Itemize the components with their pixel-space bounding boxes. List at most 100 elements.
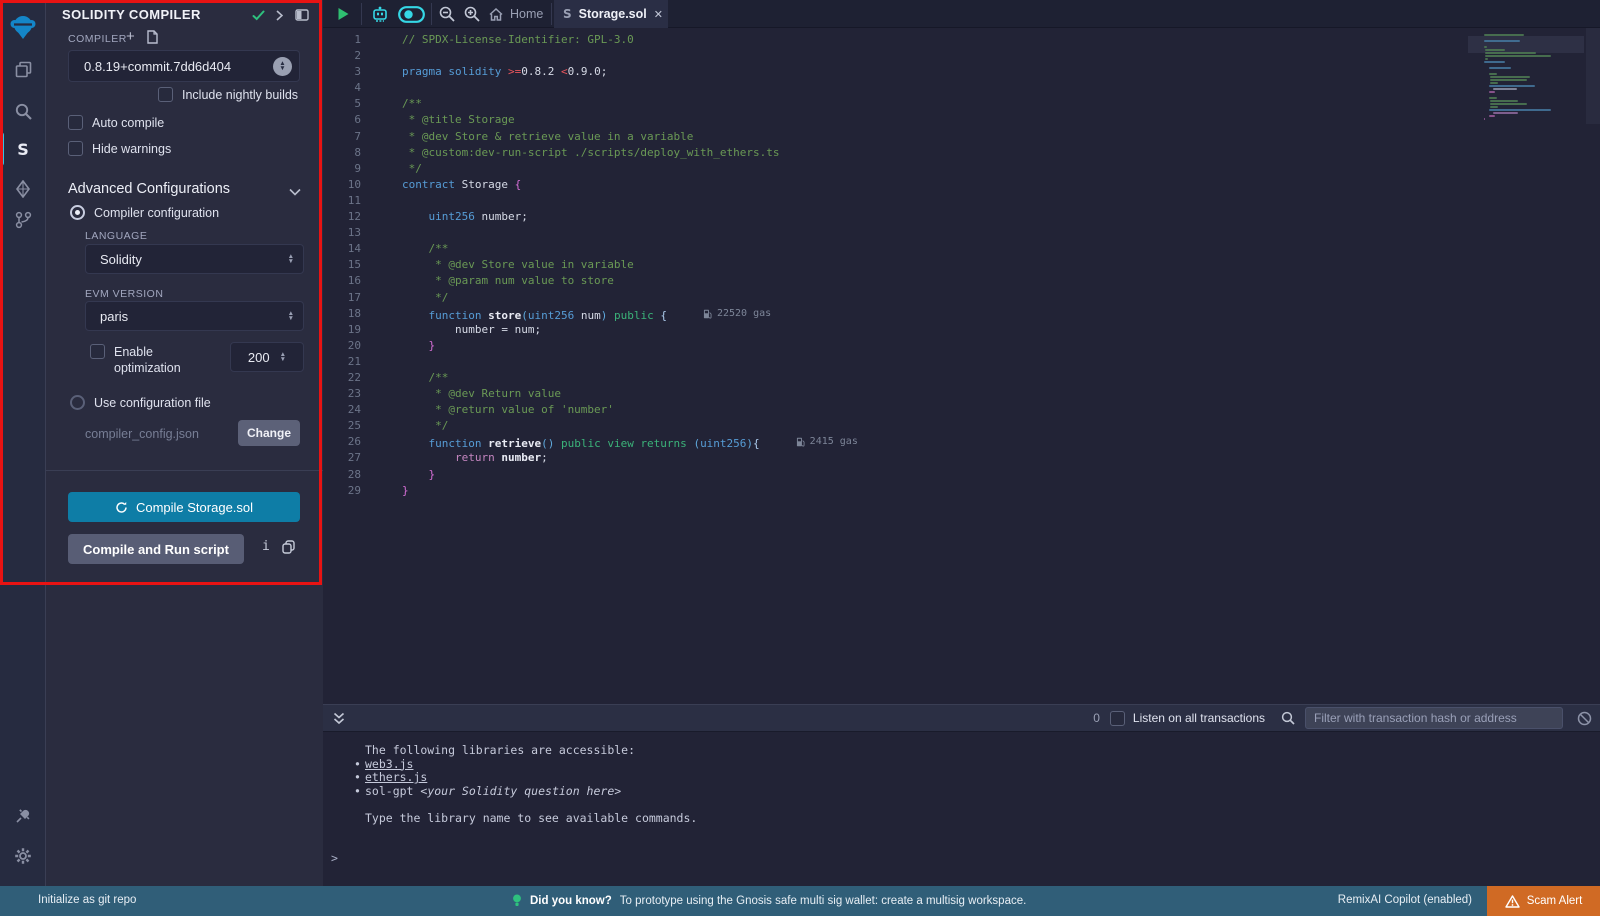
code-line-18[interactable]: 18 function store(uint256 num) public {2… bbox=[323, 306, 1600, 322]
code-line-22[interactable]: 22 /** bbox=[323, 370, 1600, 386]
change-config-button[interactable]: Change bbox=[238, 420, 300, 446]
auto-compile-checkbox[interactable] bbox=[68, 115, 83, 130]
code-line-3[interactable]: 3pragma solidity >=0.8.2 <0.9.0; bbox=[323, 64, 1600, 80]
line-number: 26 bbox=[323, 434, 378, 450]
code-line-6[interactable]: 6 * @title Storage bbox=[323, 112, 1600, 128]
code-text: } bbox=[378, 483, 409, 499]
info-icon[interactable]: i bbox=[262, 539, 270, 554]
terminal-output[interactable]: The following libraries are accessible:•… bbox=[323, 732, 1600, 886]
use-configuration-file-radio[interactable] bbox=[70, 395, 85, 410]
line-number: 5 bbox=[323, 96, 378, 112]
rail-search-icon[interactable] bbox=[0, 92, 46, 130]
terminal-line bbox=[323, 798, 1600, 812]
compile-button[interactable]: Compile Storage.sol bbox=[68, 492, 300, 522]
code-text: * @title Storage bbox=[378, 112, 515, 128]
rail-file-explorer-icon[interactable] bbox=[0, 50, 46, 88]
chevron-down-icon[interactable] bbox=[289, 183, 301, 201]
code-line-19[interactable]: 19 number = num; bbox=[323, 322, 1600, 338]
code-text: * @dev Store & retrieve value in a varia… bbox=[378, 129, 693, 145]
compile-and-run-button[interactable]: Compile and Run script bbox=[68, 534, 244, 564]
stepper-caret-icon[interactable]: ▲▼ bbox=[280, 352, 286, 362]
code-line-13[interactable]: 13 bbox=[323, 225, 1600, 241]
include-nightly-checkbox[interactable] bbox=[158, 87, 173, 102]
terminal-link[interactable]: web3.js bbox=[365, 758, 413, 772]
tab-storage-sol[interactable]: S Storage.sol ✕ bbox=[554, 0, 668, 28]
code-line-1[interactable]: 1// SPDX-License-Identifier: GPL-3.0 bbox=[323, 32, 1600, 48]
copilot-toggle-switch[interactable] bbox=[395, 0, 427, 28]
enable-optimization-checkbox[interactable] bbox=[90, 344, 105, 359]
code-line-16[interactable]: 16 * @param num value to store bbox=[323, 273, 1600, 289]
add-compiler-icon[interactable]: + bbox=[126, 28, 135, 45]
code-line-10[interactable]: 10contract Storage { bbox=[323, 177, 1600, 193]
code-line-20[interactable]: 20 } bbox=[323, 338, 1600, 354]
pin-panel-icon[interactable] bbox=[293, 7, 311, 23]
copy-icon[interactable] bbox=[282, 540, 295, 559]
compiler-configuration-radio[interactable] bbox=[70, 205, 85, 220]
zoom-out-icon[interactable] bbox=[435, 0, 459, 28]
code-line-14[interactable]: 14 /** bbox=[323, 241, 1600, 257]
code-text: */ bbox=[378, 161, 422, 177]
listen-transactions-checkbox[interactable] bbox=[1110, 711, 1125, 726]
line-number: 13 bbox=[323, 225, 378, 241]
code-text: // SPDX-License-Identifier: GPL-3.0 bbox=[378, 32, 634, 48]
ai-copilot-robot-icon[interactable] bbox=[367, 0, 393, 28]
close-tab-icon[interactable]: ✕ bbox=[654, 8, 663, 21]
code-text bbox=[378, 193, 402, 209]
editor-scrollbar[interactable] bbox=[1586, 28, 1600, 124]
scam-alert-badge[interactable]: Scam Alert bbox=[1487, 886, 1600, 916]
evm-version-value: paris bbox=[100, 309, 128, 324]
clear-console-icon[interactable] bbox=[1577, 711, 1592, 726]
hide-warnings-checkbox[interactable] bbox=[68, 141, 83, 156]
code-editor[interactable]: 1// SPDX-License-Identifier: GPL-3.023pr… bbox=[323, 28, 1600, 704]
code-line-5[interactable]: 5/** bbox=[323, 96, 1600, 112]
chevron-right-icon[interactable] bbox=[270, 7, 288, 23]
rail-git-icon[interactable] bbox=[0, 201, 46, 239]
code-line-9[interactable]: 9 */ bbox=[323, 161, 1600, 177]
home-tab-label: Home bbox=[510, 7, 543, 21]
auto-compile-row: Auto compile bbox=[68, 115, 164, 130]
terminal-toolbar: 0 Listen on all transactions bbox=[323, 704, 1600, 732]
code-line-29[interactable]: 29} bbox=[323, 483, 1600, 499]
load-compiler-file-icon[interactable] bbox=[146, 30, 159, 49]
code-line-25[interactable]: 25 */ bbox=[323, 418, 1600, 434]
advanced-configurations-title[interactable]: Advanced Configurations bbox=[68, 181, 230, 197]
rail-solidity-compiler-icon[interactable]: S bbox=[0, 130, 46, 168]
evm-version-select[interactable]: paris ▲▼ bbox=[85, 301, 304, 331]
code-line-7[interactable]: 7 * @dev Store & retrieve value in a var… bbox=[323, 129, 1600, 145]
code-line-21[interactable]: 21 bbox=[323, 354, 1600, 370]
code-line-26[interactable]: 26 function retrieve() public view retur… bbox=[323, 434, 1600, 450]
icon-rail: S bbox=[0, 0, 46, 886]
language-select[interactable]: Solidity ▲▼ bbox=[85, 244, 304, 274]
rail-remix-logo-icon[interactable] bbox=[0, 8, 46, 46]
git-init-status[interactable]: Initialize as git repo bbox=[38, 894, 136, 906]
line-number: 23 bbox=[323, 386, 378, 402]
code-line-12[interactable]: 12 uint256 number; bbox=[323, 209, 1600, 225]
minimap[interactable] bbox=[1484, 28, 1584, 138]
code-text: } bbox=[378, 467, 435, 483]
transaction-filter-input[interactable] bbox=[1305, 707, 1563, 729]
code-line-15[interactable]: 15 * @dev Store value in variable bbox=[323, 257, 1600, 273]
code-line-8[interactable]: 8 * @custom:dev-run-script ./scripts/dep… bbox=[323, 145, 1600, 161]
code-line-27[interactable]: 27 return number; bbox=[323, 450, 1600, 466]
terminal-search-icon[interactable] bbox=[1281, 711, 1295, 725]
line-number: 17 bbox=[323, 290, 378, 306]
compiler-version-select[interactable]: 0.8.19+commit.7dd6d404 ▲▼ bbox=[68, 50, 300, 82]
terminal-link[interactable]: ethers.js bbox=[365, 771, 427, 785]
run-script-play-button[interactable] bbox=[331, 0, 355, 28]
gas-estimate-badge: 2415 gas bbox=[796, 434, 858, 450]
code-line-4[interactable]: 4 bbox=[323, 80, 1600, 96]
code-line-11[interactable]: 11 bbox=[323, 193, 1600, 209]
optimization-runs-input[interactable]: 200 ▲▼ bbox=[230, 342, 304, 372]
rail-settings-icon[interactable] bbox=[0, 837, 46, 875]
copilot-status[interactable]: RemixAI Copilot (enabled) bbox=[1338, 894, 1472, 906]
code-line-17[interactable]: 17 */ bbox=[323, 290, 1600, 306]
collapse-terminal-icon[interactable] bbox=[333, 712, 345, 725]
rail-plugin-manager-icon[interactable] bbox=[0, 796, 46, 834]
tab-home[interactable]: Home bbox=[479, 0, 553, 28]
terminal-prompt[interactable]: > bbox=[331, 851, 338, 865]
code-line-24[interactable]: 24 * @return value of 'number' bbox=[323, 402, 1600, 418]
code-line-23[interactable]: 23 * @dev Return value bbox=[323, 386, 1600, 402]
select-caret-icon: ▲▼ bbox=[273, 57, 292, 76]
code-line-28[interactable]: 28 } bbox=[323, 467, 1600, 483]
code-line-2[interactable]: 2 bbox=[323, 48, 1600, 64]
